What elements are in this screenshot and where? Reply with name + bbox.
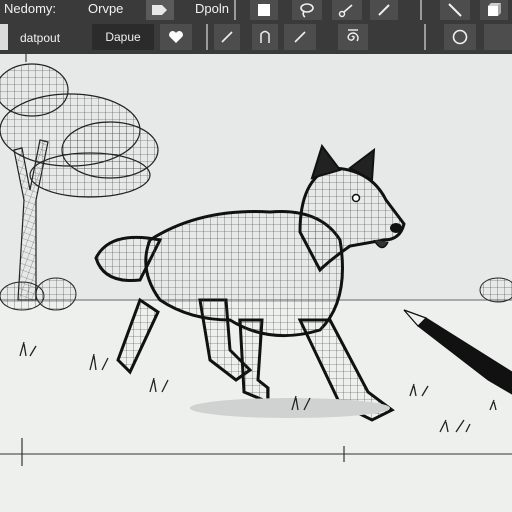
pencil-tool-button[interactable] (370, 0, 398, 20)
tag-button[interactable] (146, 0, 174, 20)
square-tool-button[interactable] (250, 0, 278, 20)
square-icon (258, 4, 270, 16)
slash-icon (448, 3, 462, 17)
menu-row: Nedomy: Orvpe Dpoln (0, 0, 512, 20)
spiral-icon (347, 29, 359, 42)
menu-item-right[interactable]: Dpoln (195, 1, 229, 17)
dropdown-edge (0, 24, 8, 50)
menu-item-left[interactable]: Nedomy: (4, 1, 56, 17)
drawing-canvas[interactable] (0, 54, 512, 512)
pen-node-icon (338, 4, 353, 18)
heart-icon (169, 31, 183, 43)
tag-icon (152, 5, 167, 15)
dog-shadow (190, 398, 390, 418)
lasso-tool-button[interactable] (292, 0, 322, 20)
menu-item-mid[interactable]: Orvpe (88, 1, 123, 17)
active-mode-label: Dapue (105, 30, 141, 44)
spiral-tool-button[interactable] (338, 24, 368, 50)
bush-right (479, 277, 512, 303)
shape-tool-button[interactable] (252, 24, 278, 50)
pencil-tool-button-2[interactable] (214, 24, 240, 50)
pen-node-tool-button[interactable] (332, 0, 362, 20)
cube-icon (488, 3, 501, 16)
active-mode-button[interactable]: Dapue (92, 24, 154, 50)
toolbar-separator (206, 24, 208, 50)
toolbar-separator (234, 0, 236, 20)
circle-icon (452, 29, 468, 45)
pencil-icon (294, 31, 306, 43)
shape-icon (260, 30, 270, 43)
top-toolbar: Nedomy: Orvpe Dpoln datpout Dapue (0, 0, 512, 54)
ellipse-tool-button[interactable] (444, 24, 476, 50)
pencil-icon (378, 4, 390, 16)
tool-options-row: datpout Dapue (0, 22, 512, 54)
dropdown-label[interactable]: datpout (20, 30, 60, 46)
pencil-tool-button-3[interactable] (284, 24, 316, 50)
pencil-icon (221, 31, 233, 43)
toolbar-separator (420, 0, 422, 20)
slash-tool-button[interactable] (440, 0, 470, 20)
lasso-icon (300, 3, 314, 18)
cube-tool-button[interactable] (480, 0, 508, 20)
heart-tool-button[interactable] (160, 24, 192, 50)
blank-tool-button[interactable] (484, 24, 512, 50)
toolbar-separator (424, 24, 426, 50)
